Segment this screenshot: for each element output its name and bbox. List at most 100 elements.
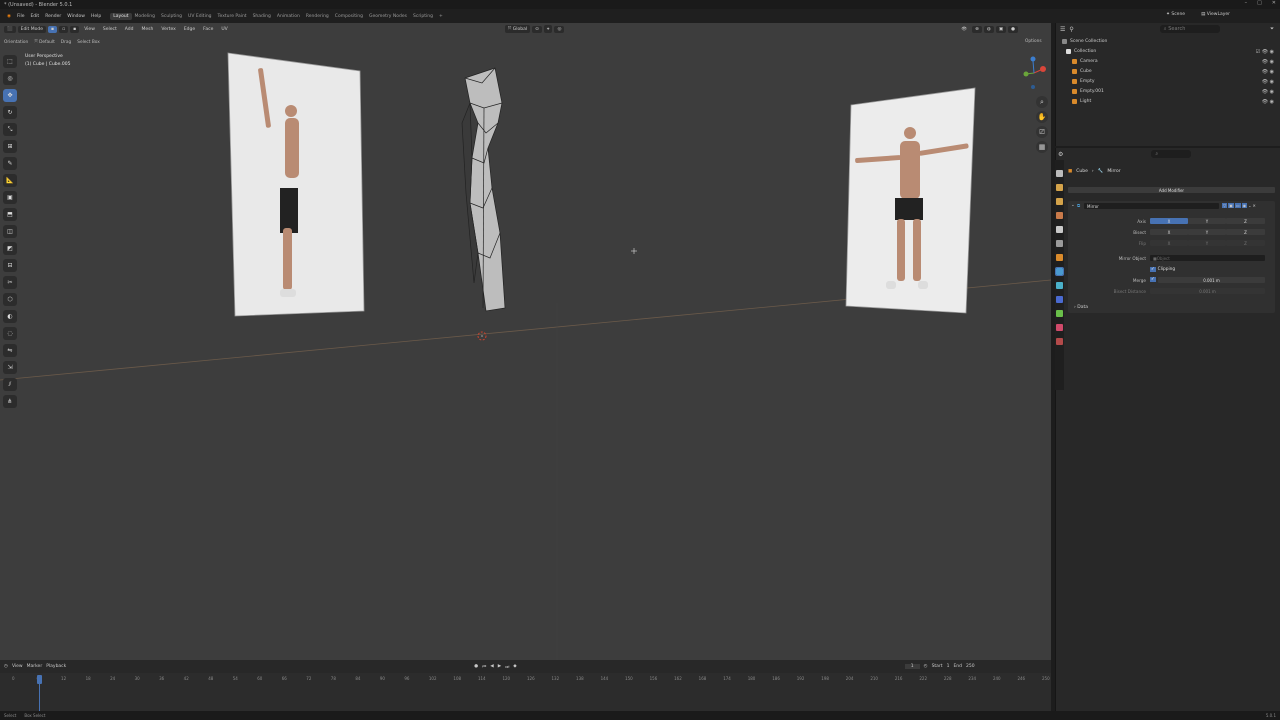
workspace-tab-layout[interactable]: Layout	[110, 12, 132, 20]
timeline-editor-icon[interactable]: ◷	[4, 664, 8, 669]
smooth-icon[interactable]: ◌	[3, 327, 17, 340]
modifier-menu-icon[interactable]: ⌄	[1248, 203, 1251, 208]
workspace-tab-geometry-nodes[interactable]: Geometry Nodes	[366, 13, 410, 20]
flip-z-toggle[interactable]: Z	[1226, 240, 1265, 246]
clipping-checkbox[interactable]: ✓ Clipping	[1150, 267, 1175, 272]
workspace-tab-scripting[interactable]: Scripting	[410, 13, 436, 20]
visibility-toggle-icon[interactable]: 👁 ◉	[1262, 79, 1274, 85]
flip-x-toggle[interactable]: X	[1150, 240, 1188, 246]
object-tab-icon[interactable]	[1056, 254, 1063, 261]
menu-view[interactable]: View	[81, 26, 98, 33]
add-cube-icon[interactable]: ▣	[3, 191, 17, 204]
workspace-tab-sculpting[interactable]: Sculpting	[158, 13, 185, 20]
render-tab-icon[interactable]	[1056, 184, 1063, 191]
blender-logo-icon[interactable]: ◉	[4, 14, 14, 19]
transform-icon[interactable]: ⊞	[3, 140, 17, 153]
timeline-menu-playback[interactable]: Playback	[46, 664, 66, 669]
cage-toggle-icon[interactable]: ▣	[1228, 203, 1234, 208]
menu-edge[interactable]: Edge	[181, 26, 198, 33]
move-icon[interactable]: ✥	[3, 89, 17, 102]
axis-z-toggle[interactable]: Z	[1226, 218, 1265, 224]
face-select-icon[interactable]: ▪	[70, 25, 80, 33]
visibility-toggle-icon[interactable]: 👁 ◉	[1262, 59, 1274, 65]
merge-distance-field[interactable]: 0.001 m	[1158, 277, 1265, 283]
transform-orientation-selector[interactable]: ⤧ Global	[504, 25, 531, 33]
vertex-select-icon[interactable]: ▪	[48, 25, 58, 33]
jump-end-icon[interactable]: ⏭	[505, 664, 509, 670]
knife-icon[interactable]: ✂	[3, 276, 17, 289]
modifier-delete-icon[interactable]: ✕	[1253, 203, 1256, 208]
minimize-button[interactable]: –	[1245, 0, 1248, 6]
snap-button[interactable]: ⌖	[543, 25, 553, 33]
play-reverse-icon[interactable]: ◀	[490, 664, 493, 669]
playhead[interactable]	[37, 675, 42, 684]
modifier-tab-icon[interactable]	[1055, 267, 1064, 276]
workspace-tab-uv-editing[interactable]: UV Editing	[185, 13, 214, 20]
measure-icon[interactable]: 📐	[3, 174, 17, 187]
particles-tab-icon[interactable]	[1056, 282, 1063, 289]
shear-icon[interactable]: ⫽	[3, 378, 17, 391]
loopcut-icon[interactable]: ⊟	[3, 259, 17, 272]
flip-y-toggle[interactable]: Y	[1188, 240, 1226, 246]
scale-icon[interactable]: ⤡	[3, 123, 17, 136]
edit-mode-toggle-icon[interactable]: ▽	[1222, 203, 1228, 208]
rip-icon[interactable]: ⋔	[3, 395, 17, 408]
zoom-icon[interactable]: ⌕	[1036, 96, 1048, 108]
scene-selector[interactable]: ✦ Scene	[1166, 12, 1185, 17]
workspace-tab-modeling[interactable]: Modeling	[132, 13, 158, 20]
start-field[interactable]: 1	[947, 664, 950, 669]
scene-tab-icon[interactable]	[1056, 226, 1063, 233]
play-icon[interactable]: ▶	[498, 664, 501, 669]
keyframe-icon[interactable]: ◆	[513, 664, 516, 669]
editor-type-button[interactable]: ⬛	[4, 25, 16, 33]
menu-mesh[interactable]: Mesh	[139, 26, 157, 33]
outliner-search-field[interactable]: ⌕ Search	[1159, 25, 1220, 33]
jump-start-icon[interactable]: ⏮	[482, 664, 486, 670]
navigation-gizmo[interactable]	[1022, 55, 1048, 91]
menu-help[interactable]: Help	[88, 14, 104, 19]
orientation-dropdown[interactable]: ⤧ Default	[34, 40, 55, 45]
menu-face[interactable]: Face	[200, 26, 216, 33]
world-tab-icon[interactable]	[1056, 240, 1063, 247]
bisect-y-toggle[interactable]: Y	[1188, 229, 1226, 235]
pan-hand-icon[interactable]: ✋	[1036, 111, 1048, 123]
rotate-icon[interactable]: ↻	[3, 106, 17, 119]
material-tab-icon[interactable]	[1056, 338, 1063, 345]
tool-tab-icon[interactable]	[1056, 170, 1063, 177]
view-layer-selector[interactable]: ▤ ViewLayer	[1201, 12, 1230, 17]
merge-checkbox[interactable]: ✓	[1150, 277, 1156, 282]
annotate-icon[interactable]: ✎	[3, 157, 17, 170]
visibility-toggle-icon[interactable]: 👁 ◉	[1262, 99, 1274, 105]
constraints-tab-icon[interactable]	[1056, 310, 1063, 317]
proportional-edit-button[interactable]: ◎	[554, 25, 565, 33]
outliner-editor-icon[interactable]: ☰	[1060, 26, 1065, 33]
visibility-icon[interactable]: 👁	[958, 26, 970, 33]
menu-edit[interactable]: Edit	[27, 14, 42, 19]
workspace-tab-shading[interactable]: Shading	[250, 13, 274, 20]
output-tab-icon[interactable]	[1056, 198, 1063, 205]
spin-icon[interactable]: ◐	[3, 310, 17, 323]
menu-file[interactable]: File	[14, 14, 28, 19]
cursor-icon[interactable]: ◎	[3, 72, 17, 85]
modifier-collapse-icon[interactable]: ⌄	[1071, 203, 1075, 208]
collection-visibility-icon[interactable]: ☑ 👁 ◉	[1256, 49, 1274, 55]
menu-render[interactable]: Render	[42, 14, 64, 19]
visibility-toggle-icon[interactable]: 👁 ◉	[1262, 69, 1274, 75]
gizmo-toggle-icon[interactable]: ⊕	[972, 25, 982, 33]
outliner-item-cube[interactable]: Cube 👁 ◉	[1062, 67, 1276, 76]
menu-select[interactable]: Select	[100, 26, 120, 33]
viewport-toggle-icon[interactable]: ▭	[1234, 203, 1241, 208]
overlay-toggle-icon[interactable]: ◍	[983, 25, 994, 33]
maximize-button[interactable]: □	[1257, 0, 1262, 6]
outliner-scene-collection[interactable]: Scene Collection	[1062, 37, 1276, 46]
bisect-z-toggle[interactable]: Z	[1226, 229, 1265, 235]
workspace-tab-rendering[interactable]: Rendering	[303, 13, 332, 20]
timeline-menu-view[interactable]: View	[12, 664, 23, 669]
outliner-item-camera[interactable]: Camera 👁 ◉	[1062, 57, 1276, 66]
pivot-point-button[interactable]: ⊙	[532, 25, 542, 33]
view-layer-tab-icon[interactable]	[1056, 212, 1063, 219]
render-toggle-icon[interactable]: ◉	[1241, 203, 1248, 208]
properties-editor-icon[interactable]: ⚙	[1058, 151, 1063, 158]
menu-add[interactable]: Add	[122, 26, 137, 33]
timeline-menu-marker[interactable]: Marker	[27, 664, 43, 669]
